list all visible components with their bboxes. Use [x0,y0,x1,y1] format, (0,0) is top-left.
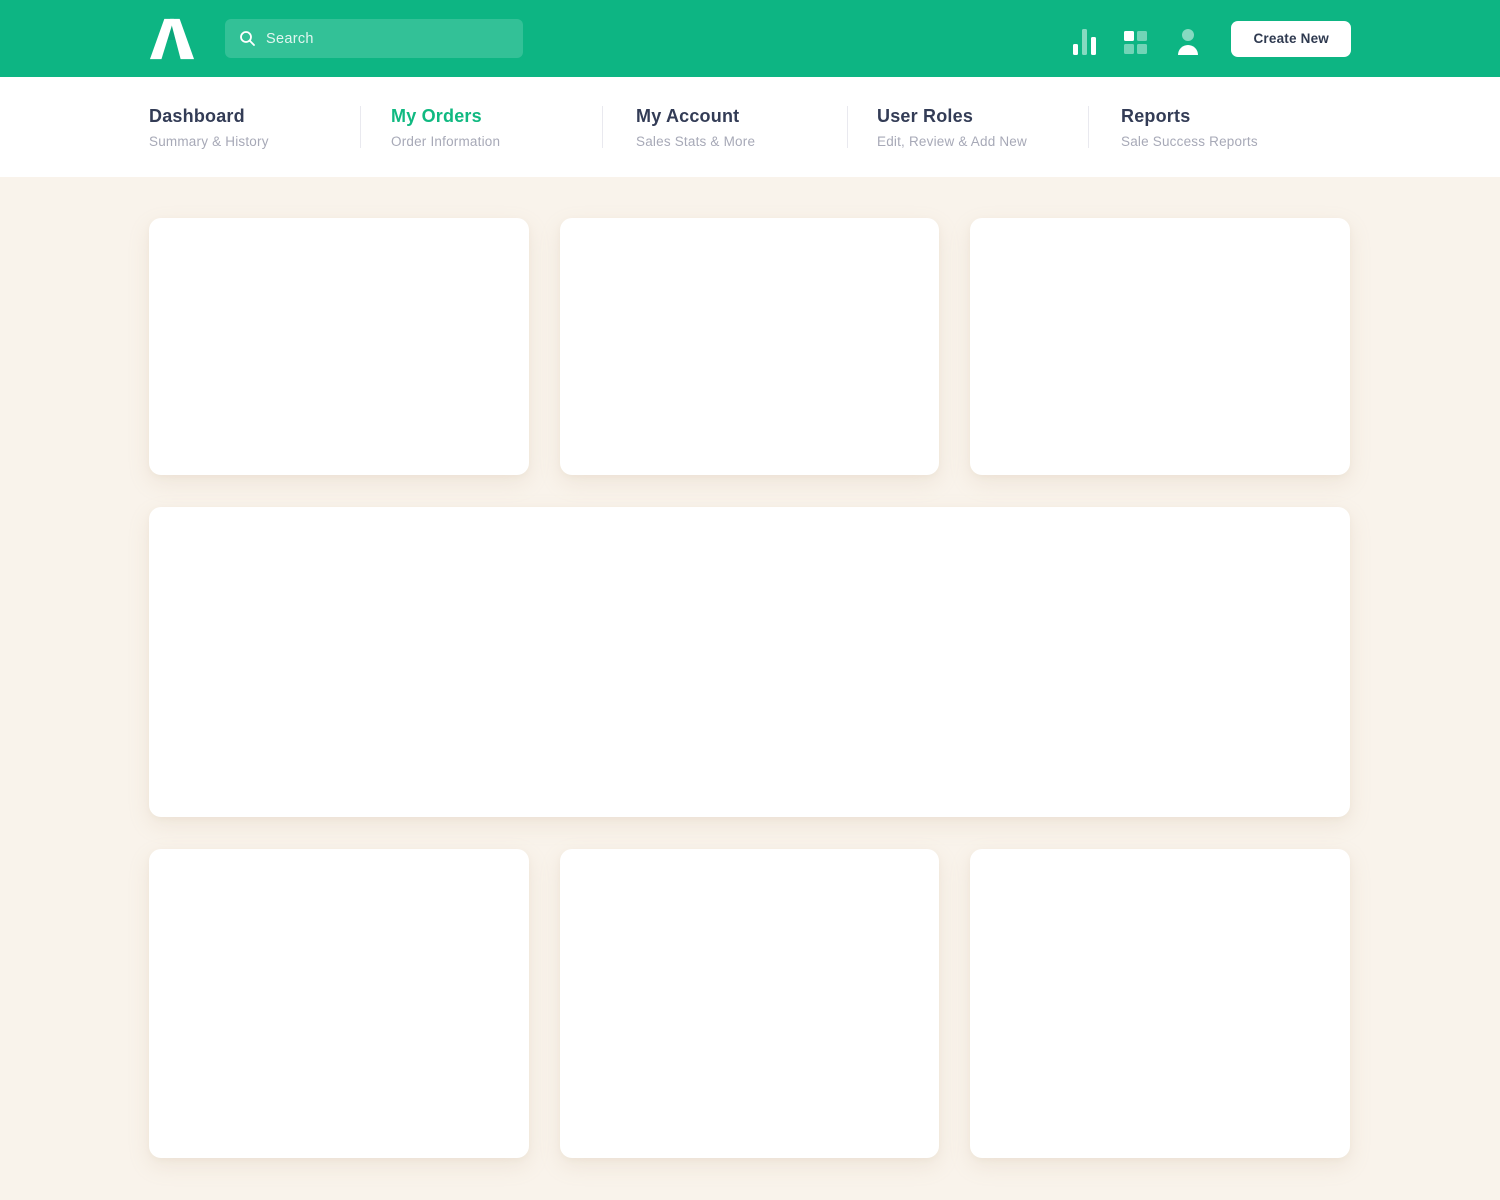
nav-bar: Dashboard Summary & History My Orders Or… [0,77,1500,177]
tab-subtitle: Sales Stats & More [636,133,756,149]
card-grid [149,218,1350,1158]
card-bottom-2 [559,849,940,1158]
card-top-3 [970,218,1350,475]
tab-my-orders[interactable]: My Orders Order Information [361,106,602,149]
search-input[interactable] [266,30,486,47]
tab-title: User Roles [877,105,974,126]
user-icon[interactable] [1175,23,1201,55]
brand-logo-icon [149,18,195,59]
tab-title: Reports [1121,105,1191,126]
brand-logo[interactable] [149,18,195,60]
bar-chart-icon[interactable] [1071,23,1097,55]
tab-subtitle: Order Information [391,133,501,149]
card-wide [149,507,1350,817]
card-top-1 [149,218,529,475]
tab-subtitle: Sale Success Reports [1121,133,1258,149]
tab-reports[interactable]: Reports Sale Success Reports [1089,106,1258,149]
tab-subtitle: Edit, Review & Add New [877,133,1027,149]
tab-title: My Account [636,105,740,126]
content-area [0,177,1500,1200]
tab-title: My Orders [391,105,482,126]
card-bottom-1 [149,849,529,1158]
tab-title: Dashboard [149,105,245,126]
card-top-2 [559,218,940,475]
grid-icon[interactable] [1123,23,1149,55]
app-header: Create New [0,0,1500,77]
search-box [225,19,523,58]
tab-dashboard[interactable]: Dashboard Summary & History [149,106,360,149]
card-bottom-3 [970,849,1350,1158]
tab-my-account[interactable]: My Account Sales Stats & More [603,106,847,149]
create-new-button[interactable]: Create New [1231,20,1351,57]
search-icon [240,31,255,46]
tab-user-roles[interactable]: User Roles Edit, Review & Add New [848,106,1088,149]
tab-subtitle: Summary & History [149,133,269,149]
